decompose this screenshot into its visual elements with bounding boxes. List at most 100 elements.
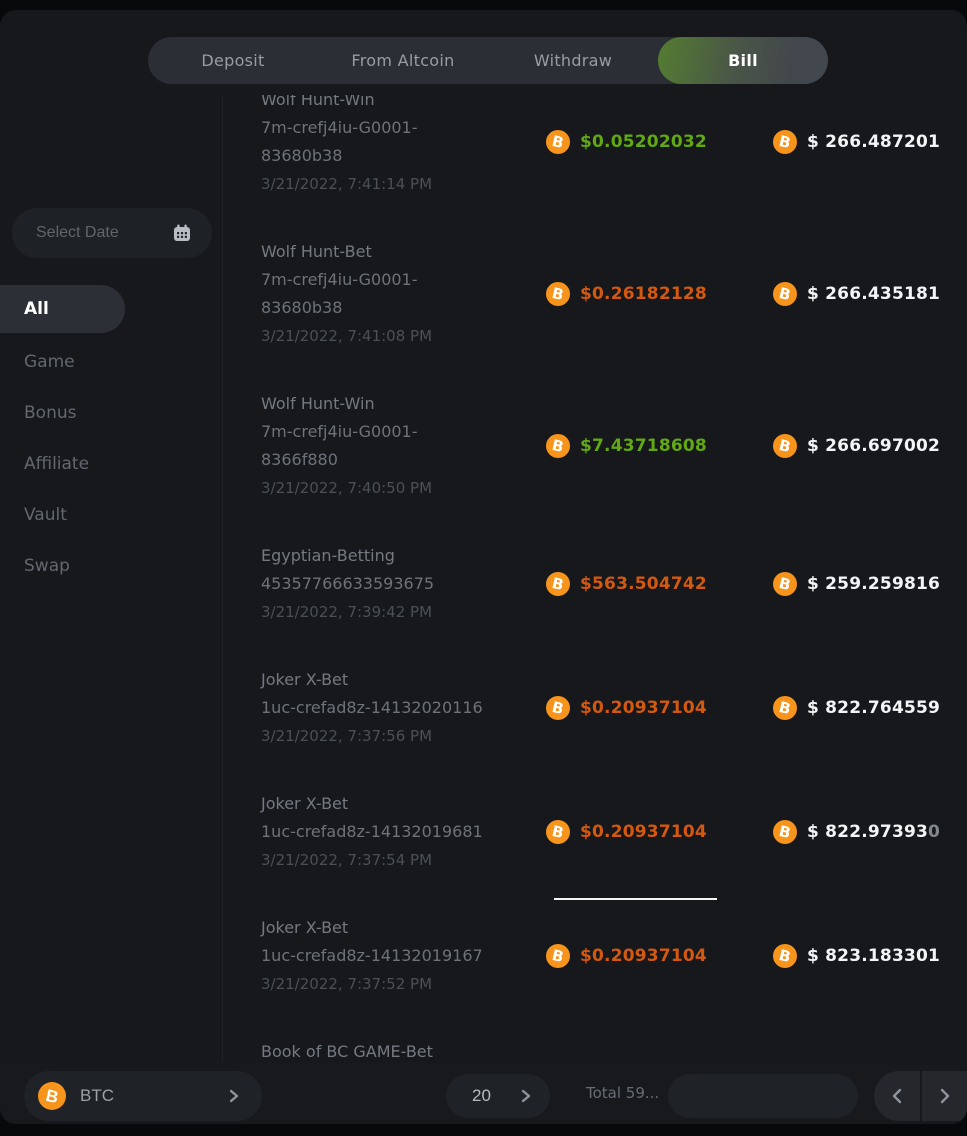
transaction-timestamp: 3/21/2022, 7:41:08 PM <box>261 322 546 350</box>
transaction-balance-cell: B $ 823.183301 <box>773 944 967 968</box>
transaction-amount-cell: B $7.43718608 <box>546 434 773 458</box>
transaction-info: Wolf Hunt-Win 7m-crefj4iu-G0001- 83680b3… <box>261 95 546 198</box>
transaction-info: Joker X-Bet 1uc-crefad8z-14132020116 3/2… <box>261 666 546 750</box>
filter-label: All <box>24 299 49 319</box>
transaction-row[interactable]: Wolf Hunt-Bet 7m-crefj4iu-G0001- 83680b3… <box>261 238 967 350</box>
tab-bar: Deposit From Altcoin Withdraw Bill <box>148 37 828 84</box>
transaction-balance: $ 266.435181 <box>807 284 940 304</box>
transaction-id-line2: 8366f880 <box>261 446 546 474</box>
transaction-amount-cell: B $0.26182128 <box>546 282 773 306</box>
next-page-button[interactable] <box>922 1071 967 1121</box>
bitcoin-icon: B <box>773 696 797 720</box>
transaction-timestamp: 3/21/2022, 7:41:14 PM <box>261 170 546 198</box>
bitcoin-icon: B <box>773 820 797 844</box>
tab-bill[interactable]: Bill <box>658 37 828 84</box>
transaction-row[interactable]: Joker X-Bet 1uc-crefad8z-14132019167 3/2… <box>261 914 967 998</box>
filter-item-all[interactable]: All <box>0 285 125 333</box>
filter-label: Affiliate <box>24 454 89 474</box>
prev-page-button[interactable] <box>874 1071 920 1121</box>
total-count-label: Total 59... <box>586 1062 659 1124</box>
currency-label: BTC <box>80 1086 228 1106</box>
filter-item-vault[interactable]: Vault <box>0 489 222 540</box>
transaction-balance-cell: B $ 266.697002 <box>773 434 967 458</box>
transaction-id-line1: 1uc-crefad8z-14132020116 <box>261 694 546 722</box>
transaction-amount: $0.20937104 <box>580 822 707 842</box>
filter-item-game[interactable]: Game <box>0 336 222 387</box>
transaction-amount-cell: B $0.20937104 <box>546 820 773 844</box>
transaction-info: Egyptian-Betting 45357766633593675 3/21/… <box>261 542 546 626</box>
filter-item-bonus[interactable]: Bonus <box>0 387 222 438</box>
transaction-amount: $0.20937104 <box>580 698 707 718</box>
transaction-balance: $ 266.697002 <box>807 436 940 456</box>
transaction-id-line1: 1uc-crefad8z-14132019681 <box>261 818 546 846</box>
transaction-id-line1: 7m-crefj4iu-G0001- <box>261 418 546 446</box>
filter-label: Swap <box>24 556 70 576</box>
pagination-nav <box>874 1071 967 1121</box>
select-date-button[interactable]: Select Date <box>12 208 212 258</box>
transaction-balance: $ 822.97393 <box>807 822 928 842</box>
transaction-amount: $0.05202032 <box>580 132 707 152</box>
transaction-balance-cell: B $ 266.435181 <box>773 282 967 306</box>
transaction-row[interactable]: Wolf Hunt-Win 7m-crefj4iu-G0001- 83680b3… <box>261 95 967 198</box>
tab-label: Withdraw <box>534 51 612 70</box>
transaction-amount: $563.504742 <box>580 574 707 594</box>
filter-label: Bonus <box>24 403 76 423</box>
transaction-balance: $ 823.183301 <box>807 946 940 966</box>
bitcoin-icon: B <box>546 572 570 596</box>
transaction-title: Joker X-Bet <box>261 666 546 694</box>
select-date-placeholder: Select Date <box>36 224 172 242</box>
transaction-row[interactable]: Wolf Hunt-Win 7m-crefj4iu-G0001- 8366f88… <box>261 390 967 502</box>
bitcoin-icon: B <box>546 434 570 458</box>
transaction-info: Wolf Hunt-Win 7m-crefj4iu-G0001- 8366f88… <box>261 390 546 502</box>
bitcoin-icon: B <box>773 282 797 306</box>
transaction-title: Wolf Hunt-Win <box>261 390 546 418</box>
bitcoin-icon: B <box>773 130 797 154</box>
chevron-right-icon <box>228 1088 240 1104</box>
transaction-row[interactable]: Joker X-Bet 1uc-crefad8z-14132020116 3/2… <box>261 666 967 750</box>
sidebar: Select Date All Game Bonus Affiliate <box>0 95 222 1124</box>
bitcoin-icon: B <box>773 434 797 458</box>
transaction-timestamp: 3/21/2022, 7:37:54 PM <box>261 846 546 874</box>
bitcoin-icon: B <box>546 696 570 720</box>
transaction-amount: $0.20937104 <box>580 946 707 966</box>
transaction-timestamp: 3/21/2022, 7:37:56 PM <box>261 722 546 750</box>
transaction-info: Wolf Hunt-Bet 7m-crefj4iu-G0001- 83680b3… <box>261 238 546 350</box>
transaction-title: Joker X-Bet <box>261 790 546 818</box>
transaction-id-line1: 7m-crefj4iu-G0001- <box>261 266 546 294</box>
bitcoin-icon: B <box>546 130 570 154</box>
page-size-selector[interactable]: 20 <box>446 1074 550 1118</box>
transaction-amount-cell: B $0.20937104 <box>546 696 773 720</box>
filter-item-affiliate[interactable]: Affiliate <box>0 438 222 489</box>
transaction-row[interactable]: Egyptian-Betting 45357766633593675 3/21/… <box>261 542 967 626</box>
divider-line <box>554 898 717 900</box>
tab-withdraw[interactable]: Withdraw <box>488 37 658 84</box>
transaction-amount-cell: B $0.20937104 <box>546 944 773 968</box>
transaction-title: Wolf Hunt-Win <box>261 95 546 114</box>
tab-bar-region: Deposit From Altcoin Withdraw Bill <box>0 10 967 95</box>
footer-bar: B BTC 20 Total 59... <box>0 1062 967 1124</box>
pagination <box>668 1074 858 1118</box>
transaction-timestamp: 3/21/2022, 7:37:52 PM <box>261 970 546 998</box>
bitcoin-icon: B <box>773 572 797 596</box>
chevron-right-icon <box>520 1088 532 1104</box>
transaction-balance-cell: B $ 259.259816 <box>773 572 967 596</box>
bill-modal: Deposit From Altcoin Withdraw Bill Selec… <box>0 10 967 1124</box>
calendar-icon <box>172 223 192 243</box>
filter-item-swap[interactable]: Swap <box>0 540 222 591</box>
tab-label: From Altcoin <box>351 51 454 70</box>
page-size-value: 20 <box>472 1086 520 1106</box>
transaction-balance-cell: B $ 822.764559 <box>773 696 967 720</box>
tab-label: Bill <box>728 51 758 70</box>
currency-selector[interactable]: B BTC <box>24 1071 262 1121</box>
transaction-timestamp: 3/21/2022, 7:40:50 PM <box>261 474 546 502</box>
tab-deposit[interactable]: Deposit <box>148 37 318 84</box>
transaction-row[interactable]: Joker X-Bet 1uc-crefad8z-14132019681 3/2… <box>261 790 967 874</box>
transaction-list: Wolf Hunt-Win 7m-crefj4iu-G0001- 83680b3… <box>222 95 967 1124</box>
bitcoin-icon: B <box>773 944 797 968</box>
transaction-id-line2: 83680b38 <box>261 142 546 170</box>
tab-from-altcoin[interactable]: From Altcoin <box>318 37 488 84</box>
transaction-amount: $7.43718608 <box>580 436 707 456</box>
filter-label: Game <box>24 352 75 372</box>
bitcoin-icon: B <box>546 820 570 844</box>
transaction-info: Joker X-Bet 1uc-crefad8z-14132019681 3/2… <box>261 790 546 874</box>
